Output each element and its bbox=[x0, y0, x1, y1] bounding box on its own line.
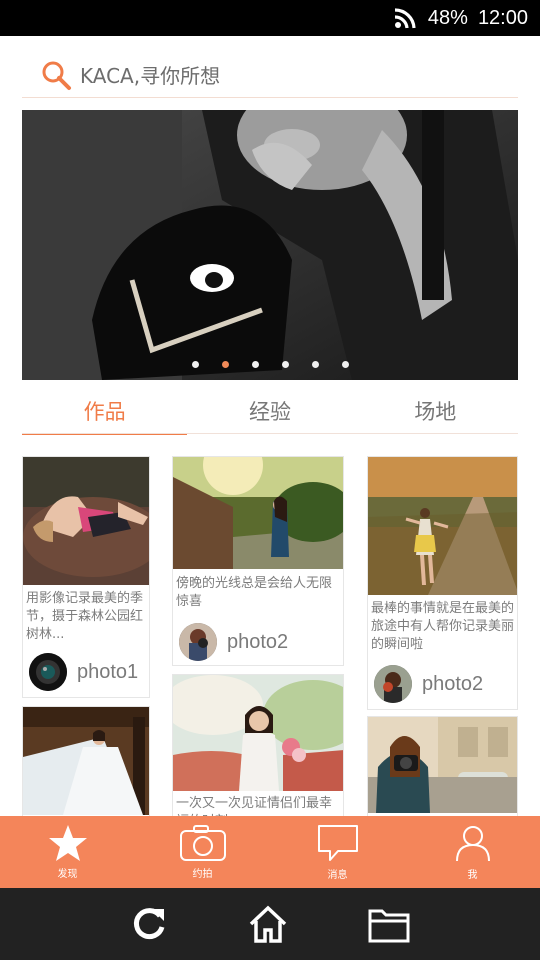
card-photo bbox=[23, 707, 149, 815]
card-description: 傍晚的光线总是会给人无限惊喜 bbox=[176, 576, 333, 609]
bottom-tab-bar: 发现 约拍 消息 我 bbox=[0, 816, 540, 888]
author-name: photo1 bbox=[77, 660, 139, 683]
tab-label: 我 bbox=[467, 870, 478, 881]
photo-card[interactable]: 最棒的事情就是在最美的旅途中有人帮你记录美丽的瞬间啦 photo2 bbox=[367, 456, 518, 710]
refresh-icon[interactable] bbox=[130, 905, 168, 943]
avatar bbox=[179, 623, 217, 661]
carousel-dot[interactable] bbox=[191, 361, 199, 368]
card-description: 最棒的事情就是在最美的旅途中有人帮你记录美丽的瞬间啦 bbox=[371, 601, 515, 652]
photo-card[interactable]: 一次又一次见证情侣们最幸福的时刻 bbox=[172, 674, 344, 834]
tab-experience[interactable]: 经验 bbox=[187, 392, 352, 434]
card-photo bbox=[23, 457, 149, 585]
message-icon bbox=[317, 825, 358, 861]
tab-me[interactable]: 我 bbox=[405, 816, 540, 888]
avatar bbox=[374, 665, 412, 703]
carousel-dot-active[interactable] bbox=[221, 361, 229, 368]
photo-card[interactable]: 用影像记录最美的季节，摄于森林公园红树林... photo1 bbox=[22, 456, 150, 698]
card-photo bbox=[368, 717, 517, 813]
carousel-dot[interactable] bbox=[281, 361, 289, 368]
author-name: photo2 bbox=[227, 630, 289, 653]
tab-works[interactable]: 作品 bbox=[22, 392, 188, 435]
card-photo bbox=[173, 457, 343, 569]
system-nav-bar bbox=[0, 888, 540, 960]
tab-label: 约拍 bbox=[192, 869, 213, 880]
tab-shoot[interactable]: 约拍 bbox=[135, 816, 270, 888]
tab-venue[interactable]: 场地 bbox=[353, 392, 518, 434]
card-author[interactable]: photo2 bbox=[374, 665, 483, 703]
tab-discover[interactable]: 发现 bbox=[0, 816, 135, 888]
card-photo bbox=[173, 675, 343, 791]
user-icon bbox=[455, 826, 490, 862]
search-icon bbox=[42, 61, 71, 90]
wifi-icon bbox=[394, 8, 416, 29]
tab-label: 消息 bbox=[327, 870, 348, 881]
carousel-dot[interactable] bbox=[251, 361, 259, 368]
carousel-dot[interactable] bbox=[341, 361, 349, 368]
carousel-dots[interactable] bbox=[22, 361, 518, 368]
battery-level: 48% bbox=[427, 6, 468, 29]
tab-messages[interactable]: 消息 bbox=[270, 816, 405, 888]
tabs-divider bbox=[22, 433, 518, 434]
author-name: photo2 bbox=[422, 672, 484, 695]
star-icon bbox=[48, 825, 87, 861]
card-author[interactable]: photo1 bbox=[29, 653, 138, 691]
search-bar[interactable]: KACA,寻你所想 bbox=[22, 52, 518, 98]
camera-icon bbox=[179, 825, 226, 861]
card-description: 用影像记录最美的季节，摄于森林公园红树林... bbox=[26, 591, 144, 642]
photo-card[interactable]: 傍晚的光线总是会给人无限惊喜 photo2 bbox=[172, 456, 344, 666]
clock: 12:00 bbox=[477, 6, 528, 29]
card-author[interactable]: photo2 bbox=[179, 623, 288, 661]
search-placeholder: KACA,寻你所想 bbox=[80, 64, 221, 88]
avatar bbox=[29, 653, 67, 691]
carousel-dot[interactable] bbox=[311, 361, 319, 368]
card-photo bbox=[368, 457, 517, 595]
banner-carousel[interactable] bbox=[22, 110, 518, 380]
tab-label: 发现 bbox=[57, 869, 78, 880]
banner-image bbox=[22, 110, 518, 380]
status-bar: 48% 12:00 bbox=[0, 0, 540, 36]
home-icon[interactable] bbox=[248, 905, 288, 943]
folder-icon[interactable] bbox=[368, 905, 410, 943]
category-tabs: 作品 经验 场地 bbox=[22, 392, 518, 435]
